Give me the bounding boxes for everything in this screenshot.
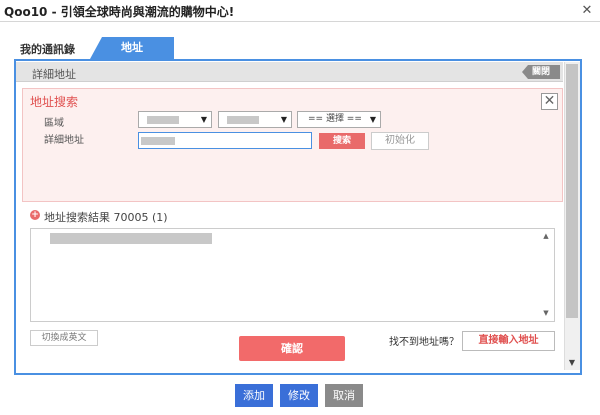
close-tag-button[interactable]: 關閉 — [522, 65, 560, 79]
region-select-3[interactable]: == 選擇 == ▼ — [297, 111, 381, 128]
detail-address-field-label: 詳細地址 — [44, 135, 84, 146]
scroll-down-arrow-icon[interactable]: ▼ — [540, 309, 552, 319]
region-select-1[interactable]: ▼ — [138, 111, 212, 128]
switch-english-button[interactable]: 切換成英文 — [30, 330, 98, 346]
select-value-placeholder — [227, 116, 259, 124]
add-button[interactable]: 添加 — [235, 384, 273, 407]
address-not-found-text: 找不到地址嗎？ — [389, 337, 459, 348]
region-select-2[interactable]: ▼ — [218, 111, 292, 128]
scroll-up-arrow-icon[interactable]: ▲ — [540, 232, 552, 242]
dropdown-arrow-icon: ▼ — [280, 115, 287, 124]
scrollbar-thumb[interactable] — [566, 64, 578, 318]
detail-address-label: 詳細地址 — [32, 68, 76, 81]
dropdown-arrow-icon: ▼ — [369, 115, 376, 124]
dropdown-arrow-icon: ▼ — [200, 115, 207, 124]
close-icon[interactable]: ✕ — [578, 2, 596, 20]
tab-address[interactable]: 地址 — [90, 37, 174, 59]
detail-address-bar — [16, 62, 563, 82]
window-title: Qoo10 - 引領全球時尚與潮流的購物中心! — [4, 5, 235, 19]
input-value-placeholder — [141, 137, 175, 145]
plus-circle-icon: + — [30, 210, 40, 220]
panel-close-icon[interactable]: ✕ — [541, 93, 558, 110]
confirm-button[interactable]: 確認 — [239, 336, 345, 361]
cancel-button[interactable]: 取消 — [325, 384, 363, 407]
address-search-title: 地址搜索 — [30, 95, 79, 109]
region-label: 區域 — [44, 118, 64, 129]
reset-button[interactable]: 初始化 — [371, 132, 429, 150]
select-value-placeholder — [147, 116, 179, 124]
scroll-down-arrow-icon[interactable]: ▼ — [566, 357, 578, 369]
select-value: == 選擇 == — [308, 114, 362, 124]
direct-input-address-button[interactable]: 直接輸入地址 — [462, 331, 555, 351]
search-button[interactable]: 搜索 — [319, 133, 365, 149]
edit-button[interactable]: 修改 — [280, 384, 318, 407]
search-results-title: 地址搜索結果 70005 (1) — [44, 211, 168, 224]
result-row-placeholder[interactable] — [50, 233, 212, 244]
